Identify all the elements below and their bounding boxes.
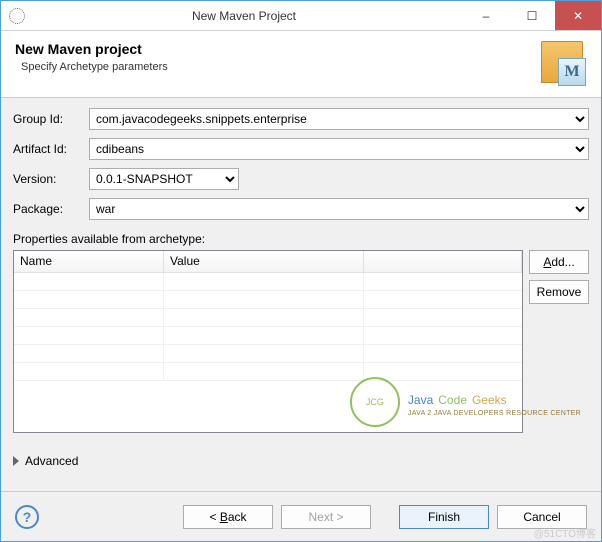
version-label: Version: xyxy=(13,172,89,186)
add-button[interactable]: Add... xyxy=(529,250,589,274)
table-row xyxy=(14,291,522,309)
next-button: Next > xyxy=(281,505,371,529)
group-id-label: Group Id: xyxy=(13,112,89,126)
content-area: Group Id: com.javacodegeeks.snippets.ent… xyxy=(1,98,601,491)
maximize-button[interactable]: ☐ xyxy=(509,1,555,30)
table-row xyxy=(14,273,522,291)
column-header-name[interactable]: Name xyxy=(14,251,164,273)
window-controls: – ☐ ✕ xyxy=(463,1,601,30)
advanced-label: Advanced xyxy=(25,454,78,468)
eclipse-icon xyxy=(9,8,25,24)
column-header-value[interactable]: Value xyxy=(164,251,364,273)
back-button[interactable]: < Back xyxy=(183,505,273,529)
remove-button[interactable]: Remove xyxy=(529,280,589,304)
properties-table[interactable]: Name Value xyxy=(13,250,523,433)
artifact-id-field[interactable]: cdibeans xyxy=(89,138,589,160)
dialog-new-maven-project: New Maven Project – ☐ ✕ New Maven projec… xyxy=(0,0,602,542)
finish-button[interactable]: Finish xyxy=(399,505,489,529)
help-icon[interactable]: ? xyxy=(15,505,39,529)
table-row xyxy=(14,363,522,381)
column-header-rest xyxy=(364,251,522,273)
close-button[interactable]: ✕ xyxy=(555,1,601,30)
cto-watermark: @51CTO博客 xyxy=(534,525,596,540)
advanced-toggle[interactable]: Advanced xyxy=(13,441,589,481)
package-label: Package: xyxy=(13,202,89,216)
version-field[interactable]: 0.0.1-SNAPSHOT xyxy=(89,168,239,190)
group-id-field[interactable]: com.javacodegeeks.snippets.enterprise xyxy=(89,108,589,130)
banner: New Maven project Specify Archetype para… xyxy=(1,31,601,98)
banner-heading: New Maven project xyxy=(15,41,168,57)
properties-label: Properties available from archetype: xyxy=(13,232,589,246)
banner-subheading: Specify Archetype parameters xyxy=(21,61,168,73)
minimize-button[interactable]: – xyxy=(463,1,509,30)
artifact-id-label: Artifact Id: xyxy=(13,142,89,156)
table-row xyxy=(14,327,522,345)
package-field[interactable]: war xyxy=(89,198,589,220)
chevron-right-icon xyxy=(13,456,19,466)
table-row xyxy=(14,309,522,327)
titlebar: New Maven Project – ☐ ✕ xyxy=(1,1,601,31)
window-title: New Maven Project xyxy=(25,9,463,23)
maven-icon xyxy=(541,41,583,83)
table-body xyxy=(14,273,522,432)
footer: ? < Back Next > Finish Cancel xyxy=(1,491,601,541)
table-row xyxy=(14,345,522,363)
